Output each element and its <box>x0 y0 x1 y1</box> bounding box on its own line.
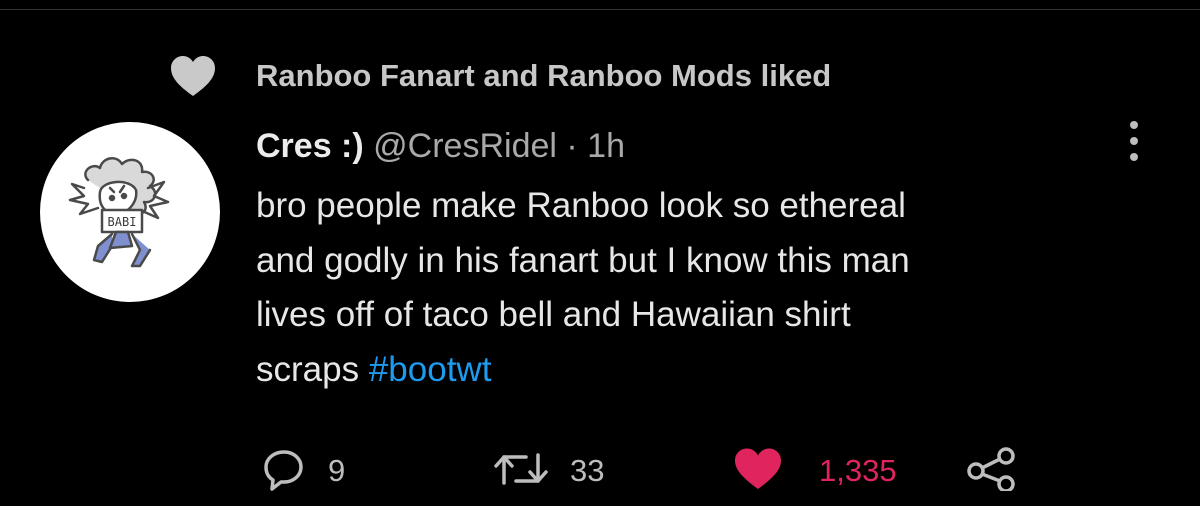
tweet-text: bro people make Ranboo look so ethereal a… <box>256 179 1156 397</box>
tweet-text-line: lives off of taco bell and Hawaiian shir… <box>256 295 851 334</box>
reply-count: 9 <box>328 453 346 488</box>
share-button[interactable] <box>966 446 1018 496</box>
retweet-icon <box>494 449 548 494</box>
tweet-text-line: and godly in his fanart but I know this … <box>256 240 910 280</box>
display-name[interactable]: Cres :) <box>256 127 364 165</box>
retweet-count: 33 <box>570 453 605 488</box>
tweet-text-line: bro people make Ranboo look so ethereal <box>256 186 906 225</box>
retweet-button[interactable]: 33 <box>494 446 604 496</box>
more-vertical-icon <box>1127 119 1141 168</box>
tweet-header: Cres :) @CresRidel · 1h <box>256 126 625 166</box>
reply-button[interactable]: 9 <box>262 446 345 496</box>
social-context[interactable]: Ranboo Fanart and Ranboo Mods liked <box>168 50 831 102</box>
reply-icon <box>262 447 306 496</box>
top-divider <box>0 0 1200 10</box>
heart-icon <box>168 53 218 99</box>
avatar[interactable]: BABI <box>40 122 220 302</box>
share-icon <box>966 446 1018 496</box>
more-options-button[interactable] <box>1116 118 1152 168</box>
avatar-sign-text: BABI <box>108 215 137 229</box>
tweet-time[interactable]: 1h <box>587 127 625 165</box>
avatar-drawing <box>68 156 170 268</box>
heart-filled-icon <box>733 447 783 496</box>
tweet-text-line: scraps <box>256 349 360 389</box>
like-count: 1,335 <box>819 453 897 488</box>
social-context-label: Ranboo Fanart and Ranboo Mods liked <box>256 58 832 93</box>
separator-dot: · <box>566 127 578 165</box>
like-button[interactable]: 1,335 <box>733 446 897 496</box>
user-handle[interactable]: @CresRidel <box>373 127 557 165</box>
hashtag-link[interactable]: #bootwt <box>369 350 492 389</box>
